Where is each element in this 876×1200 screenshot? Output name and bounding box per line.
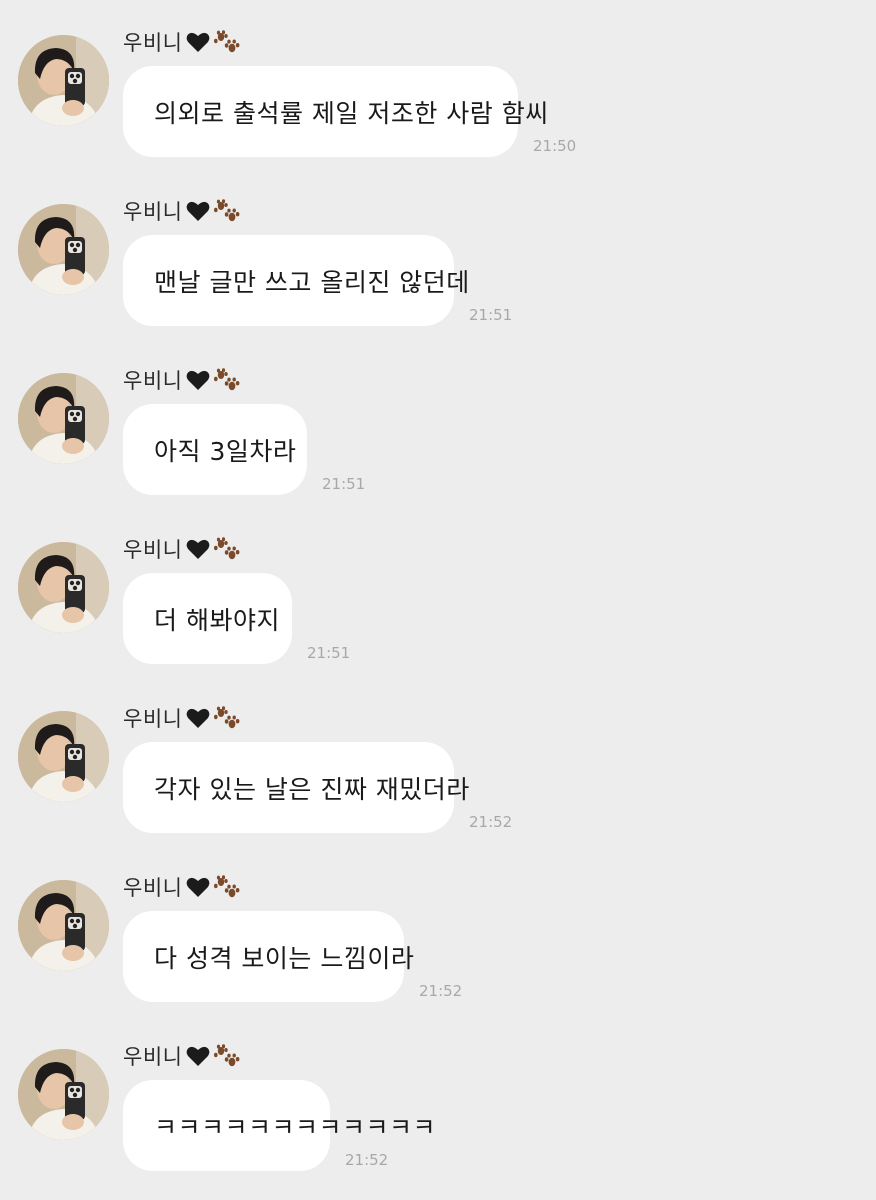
sender-name-text: 우비니 (123, 1045, 183, 1069)
message-timestamp: 21:51 (307, 644, 351, 662)
sender-name: 우비니 (123, 872, 240, 902)
message-row: 우비니 (0, 676, 876, 845)
profile-photo-icon (18, 711, 109, 802)
avatar[interactable] (18, 373, 109, 464)
profile-photo-icon (18, 204, 109, 295)
message-row: 우비니 (0, 845, 876, 1014)
sender-name: 우비니 (123, 365, 240, 395)
message-text: 의외로 출석률 제일 저조한 사람 함씨 (154, 98, 549, 128)
black-heart-icon (186, 1045, 210, 1067)
sender-name: 우비니 (123, 703, 240, 733)
message-timestamp: 21:52 (419, 982, 463, 1000)
message-bubble[interactable]: 아직 3일차라 (123, 404, 307, 495)
message-bubble[interactable]: 맨날 글만 쓰고 올리진 않던데 (123, 235, 469, 326)
message-timestamp: 21:51 (469, 306, 513, 324)
black-heart-icon (186, 200, 210, 222)
paw-prints-icon (214, 1043, 240, 1069)
paw-prints-icon (214, 29, 240, 55)
message-bubble[interactable]: 각자 있는 날은 진짜 재밌더라 (123, 742, 469, 833)
sender-name: 우비니 (123, 1041, 240, 1071)
profile-photo-icon (18, 35, 109, 126)
paw-prints-icon (214, 198, 240, 224)
message-text: 아직 3일차라 (154, 436, 297, 466)
message-bubble[interactable]: ㅋㅋㅋㅋㅋㅋㅋㅋㅋㅋㅋㅋ (123, 1080, 436, 1171)
black-heart-icon (186, 538, 210, 560)
message-timestamp: 21:52 (469, 813, 513, 831)
message-bubble[interactable]: 의외로 출석률 제일 저조한 사람 함씨 (123, 66, 548, 157)
sender-name: 우비니 (123, 27, 240, 57)
message-text: 다 성격 보이는 느낌이라 (154, 943, 415, 973)
sender-name-text: 우비니 (123, 876, 183, 900)
message-timestamp: 21:50 (533, 137, 577, 155)
sender-name-text: 우비니 (123, 369, 183, 393)
sender-name-text: 우비니 (123, 707, 183, 731)
profile-photo-icon (18, 542, 109, 633)
sender-name-text: 우비니 (123, 31, 183, 55)
profile-photo-icon (18, 1049, 109, 1140)
message-text: 각자 있는 날은 진짜 재밌더라 (154, 774, 470, 804)
message-row: 우비니 (0, 507, 876, 676)
sender-name: 우비니 (123, 196, 240, 226)
paw-prints-icon (214, 367, 240, 393)
avatar[interactable] (18, 880, 109, 971)
paw-prints-icon (214, 874, 240, 900)
sender-name-text: 우비니 (123, 538, 183, 562)
avatar[interactable] (18, 711, 109, 802)
chat-message-list[interactable]: 우비니 의외로 출석률 제일 저조한 사람 함씨 21:50 우비니 맨날 글만… (0, 0, 876, 1200)
avatar[interactable] (18, 1049, 109, 1140)
message-text: 더 해봐야지 (154, 605, 280, 635)
black-heart-icon (186, 369, 210, 391)
paw-prints-icon (214, 536, 240, 562)
profile-photo-icon (18, 373, 109, 464)
black-heart-icon (186, 707, 210, 729)
avatar[interactable] (18, 35, 109, 126)
message-bubble[interactable]: 다 성격 보이는 느낌이라 (123, 911, 414, 1002)
sender-name-text: 우비니 (123, 200, 183, 224)
message-timestamp: 21:52 (345, 1151, 389, 1169)
avatar[interactable] (18, 542, 109, 633)
paw-prints-icon (214, 705, 240, 731)
profile-photo-icon (18, 880, 109, 971)
message-row: 우비니 (0, 169, 876, 338)
message-row: 우비니 (0, 1014, 876, 1183)
message-text: ㅋㅋㅋㅋㅋㅋㅋㅋㅋㅋㅋㅋ (154, 1112, 437, 1142)
sender-name: 우비니 (123, 534, 240, 564)
black-heart-icon (186, 31, 210, 53)
message-bubble[interactable]: 더 해봐야지 (123, 573, 292, 664)
message-text: 맨날 글만 쓰고 올리진 않던데 (154, 267, 470, 297)
message-row: 우비니 (0, 0, 876, 169)
message-timestamp: 21:51 (322, 475, 366, 493)
black-heart-icon (186, 876, 210, 898)
avatar[interactable] (18, 204, 109, 295)
message-row: 우비니 (0, 338, 876, 507)
